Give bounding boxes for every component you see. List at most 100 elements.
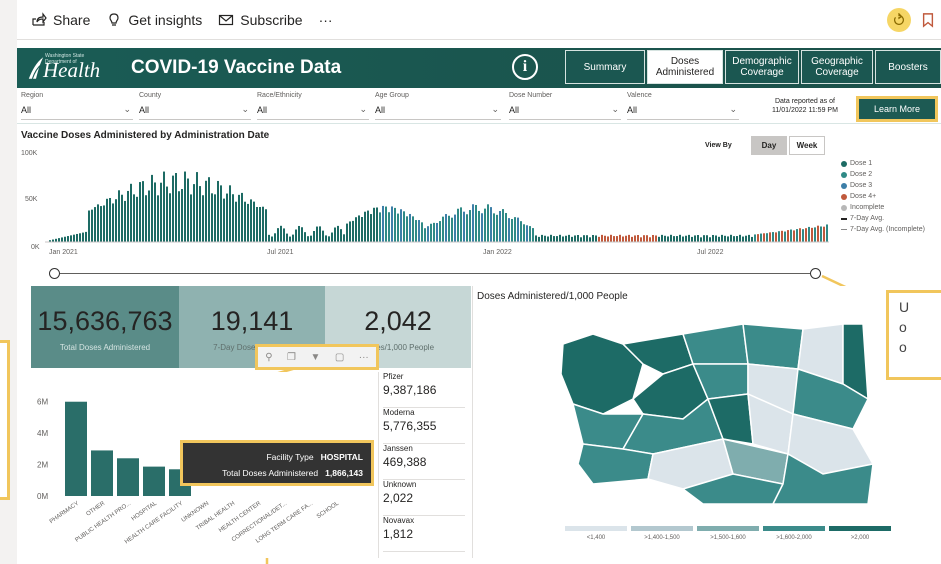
county-slicer[interactable]: County All ⌄ <box>139 92 251 120</box>
tab-geographic-coverage[interactable]: Geographic Coverage <box>801 50 873 84</box>
date-range-end-handle[interactable] <box>810 268 821 279</box>
timeline-bar <box>562 236 564 242</box>
doh-logo: Washington State Department of Health <box>27 53 107 83</box>
timeline-bar <box>748 234 750 242</box>
timeline-bar <box>679 234 681 242</box>
legend-item: 7-Day Avg. (Incomplete) <box>841 224 925 235</box>
timeline-bar <box>394 207 396 242</box>
timeline-bar <box>292 234 294 242</box>
timeline-bar <box>442 216 444 242</box>
timeline-bar <box>253 201 255 242</box>
timeline-bar <box>304 232 306 242</box>
age-group-slicer[interactable]: Age Group All ⌄ <box>375 92 501 120</box>
timeline-bar <box>595 235 597 242</box>
legend-label: >1,500-1,600 <box>710 535 746 541</box>
timeline-bar <box>286 233 288 242</box>
timeline-bar <box>460 207 462 242</box>
timeline-bar <box>505 212 507 242</box>
valence-slicer[interactable]: Valence All ⌄ <box>627 92 739 120</box>
timeline-bar <box>661 234 663 242</box>
timeline-bar <box>379 212 381 242</box>
timeline-bar <box>544 235 546 242</box>
timeline-bar <box>166 186 168 242</box>
timeline-bar <box>787 230 789 242</box>
timeline-bar <box>277 228 279 242</box>
facility-bar[interactable] <box>117 458 139 496</box>
info-icon[interactable]: i <box>512 54 538 80</box>
bookmark-icon[interactable] <box>921 12 935 28</box>
timeline-bar <box>556 236 558 242</box>
tab-boosters[interactable]: Boosters <box>875 50 941 84</box>
timeline-bar <box>193 184 195 242</box>
subscribe-button[interactable]: Subscribe <box>218 12 303 28</box>
dose-number-slicer[interactable]: Dose Number All ⌄ <box>509 92 621 120</box>
manufacturer-name: Janssen <box>383 444 413 453</box>
timeline-bar <box>715 235 717 242</box>
reset-icon[interactable] <box>887 8 911 32</box>
share-button[interactable]: Share <box>31 12 90 28</box>
race-ethnicity-slicer[interactable]: Race/Ethnicity All ⌄ <box>257 92 369 120</box>
timeline-bar <box>409 213 411 242</box>
timeline-bar <box>352 220 354 242</box>
facility-bar[interactable] <box>143 466 165 496</box>
report-frame: Share Get insights Subscribe ··· Washing… <box>17 0 941 564</box>
kpi-value: 19,141 <box>210 306 294 336</box>
facility-bar[interactable] <box>65 401 87 496</box>
y-tick: 0K <box>31 244 40 251</box>
timeline-bar <box>553 236 555 242</box>
timeline-bar <box>274 233 276 242</box>
kpi-value: 2,042 <box>364 306 432 336</box>
kpi-value: 15,636,763 <box>37 306 173 336</box>
timeline-bar <box>415 220 417 242</box>
timeline-bar <box>478 210 480 242</box>
timeline-bar <box>217 180 219 242</box>
timeline-bar <box>634 235 636 242</box>
washington-county-map[interactable] <box>533 304 933 514</box>
legend-dot <box>841 182 847 189</box>
timeline-bar <box>310 235 312 242</box>
facility-bar[interactable] <box>91 450 113 496</box>
timeline-bar <box>199 186 201 242</box>
timeline-bar <box>346 223 348 242</box>
slicer-value: All <box>627 105 638 115</box>
timeline-bar <box>187 178 189 242</box>
timeline-bar <box>493 213 495 242</box>
timeline-bar <box>427 226 429 242</box>
legend-item: Incomplete <box>841 202 925 213</box>
filter-icon[interactable]: ▼ <box>310 352 320 363</box>
timeline-bar <box>334 227 336 242</box>
date-range-slider-track[interactable] <box>53 273 817 274</box>
visual-header-toolbar[interactable]: ⚲ ❐ ▼ ▢ ··· <box>255 344 379 370</box>
county-region[interactable] <box>682 323 749 365</box>
kpi-caption: Total Doses Administered <box>59 343 151 352</box>
tab-doses-administered[interactable]: Doses Administered <box>647 50 723 84</box>
timeline-bar <box>640 237 642 242</box>
timeline-bar <box>610 234 612 242</box>
more-options-button[interactable]: ··· <box>319 12 333 28</box>
timeline-bar <box>163 171 165 242</box>
timeline-bar <box>607 236 609 242</box>
timeline-bar <box>454 214 456 242</box>
get-insights-button[interactable]: Get insights <box>106 12 202 28</box>
timeline-bar <box>190 194 192 242</box>
timeline-bar <box>259 207 261 242</box>
county-region[interactable] <box>742 323 804 370</box>
region-slicer[interactable]: Region All ⌄ <box>21 92 133 120</box>
timeline-bar <box>220 185 222 242</box>
more-options-icon[interactable]: ··· <box>359 352 369 363</box>
pin-icon[interactable]: ⚲ <box>265 352 272 363</box>
copy-icon[interactable]: ❐ <box>287 352 296 363</box>
learn-more-button[interactable]: Learn More <box>856 96 938 122</box>
tab-summary[interactable]: Summary <box>565 50 645 84</box>
timeline-bar <box>487 204 489 242</box>
timeline-bar <box>265 209 267 242</box>
timeline-bar <box>475 204 477 242</box>
date-range-start-handle[interactable] <box>49 268 60 279</box>
timeline-bar <box>535 235 537 242</box>
focus-mode-icon[interactable]: ▢ <box>335 352 344 363</box>
chevron-down-icon: ⌄ <box>123 104 131 114</box>
tab-demographic-coverage[interactable]: Demographic Coverage <box>725 50 799 84</box>
data-reported-note: Data reported as of 11/01/2022 11:59 PM <box>772 97 838 115</box>
timeline-bar <box>751 236 753 242</box>
timeline-bar <box>820 226 822 242</box>
